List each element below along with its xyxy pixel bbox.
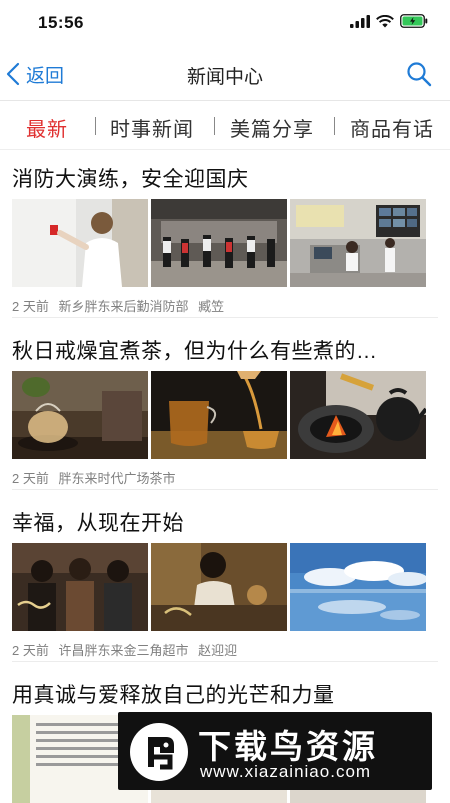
news-time: 2 天前 bbox=[12, 299, 49, 314]
tab-divider bbox=[95, 117, 96, 135]
watermark-banner: 下载鸟资源 www.xiazainiao.com bbox=[118, 712, 432, 790]
thumbnail-image bbox=[290, 543, 426, 631]
tab-divider bbox=[214, 117, 215, 135]
news-author: 赵迎迎 bbox=[198, 643, 238, 658]
divider bbox=[12, 317, 438, 318]
tab-product-talk[interactable]: 商品有话 bbox=[350, 113, 434, 142]
bird-logo-icon bbox=[148, 737, 174, 770]
search-button[interactable] bbox=[406, 61, 432, 92]
news-title: 用真诚与爱释放自己的光芒和力量 bbox=[12, 684, 335, 707]
category-tabs: 最新 时事新闻 美篇分享 商品有话 bbox=[0, 101, 450, 150]
news-author: 臧笠 bbox=[198, 299, 225, 314]
tab-beautiful-articles[interactable]: 美篇分享 bbox=[230, 113, 314, 142]
thumbnail-image bbox=[12, 543, 148, 631]
news-source: 新乡胖东来后勤消防部 bbox=[58, 299, 189, 314]
search-icon bbox=[407, 62, 432, 87]
thumbnail-image bbox=[12, 371, 148, 459]
watermark-logo bbox=[130, 723, 188, 781]
thumbnail-image bbox=[151, 199, 287, 287]
status-icons bbox=[350, 14, 428, 28]
tab-latest[interactable]: 最新 bbox=[26, 113, 68, 142]
status-time: 15:56 bbox=[38, 13, 84, 32]
news-time: 2 天前 bbox=[12, 471, 49, 486]
news-thumbnails bbox=[12, 543, 426, 631]
thumbnail-image bbox=[290, 199, 426, 287]
watermark-title: 下载鸟资源 bbox=[198, 728, 378, 765]
news-time: 2 天前 bbox=[12, 643, 49, 658]
thumbnail-image bbox=[290, 371, 426, 459]
thumbnail-image bbox=[12, 199, 148, 287]
divider bbox=[12, 489, 438, 490]
news-title: 秋日戒燥宜煮茶，但为什么有些煮的… bbox=[12, 340, 378, 363]
news-title: 幸福，从现在开始 bbox=[12, 512, 184, 535]
watermark-url: www.xiazainiao.com bbox=[200, 762, 372, 781]
news-title: 消防大演练，安全迎国庆 bbox=[12, 168, 249, 191]
divider bbox=[12, 661, 438, 662]
news-thumbnails bbox=[12, 199, 426, 287]
news-meta: 2 天前 胖东来时代广场茶市 bbox=[12, 468, 181, 487]
navigation-bar: 返回 新闻中心 bbox=[0, 48, 450, 101]
page-title: 新闻中心 bbox=[186, 67, 263, 88]
tab-current-news[interactable]: 时事新闻 bbox=[110, 113, 194, 142]
thumbnail-image bbox=[151, 371, 287, 459]
battery-icon bbox=[400, 14, 428, 28]
status-bar: 15:56 bbox=[0, 0, 450, 48]
thumbnail-image bbox=[151, 543, 287, 631]
news-source: 许昌胖东来金三角超市 bbox=[58, 643, 189, 658]
news-source: 胖东来时代广场茶市 bbox=[58, 471, 176, 486]
tab-divider bbox=[334, 117, 335, 135]
wifi-icon bbox=[376, 14, 394, 27]
signal-icon bbox=[350, 14, 370, 28]
news-thumbnails bbox=[12, 371, 426, 459]
news-meta: 2 天前 新乡胖东来后勤消防部 臧笠 bbox=[12, 296, 230, 315]
news-meta: 2 天前 许昌胖东来金三角超市 赵迎迎 bbox=[12, 640, 243, 659]
